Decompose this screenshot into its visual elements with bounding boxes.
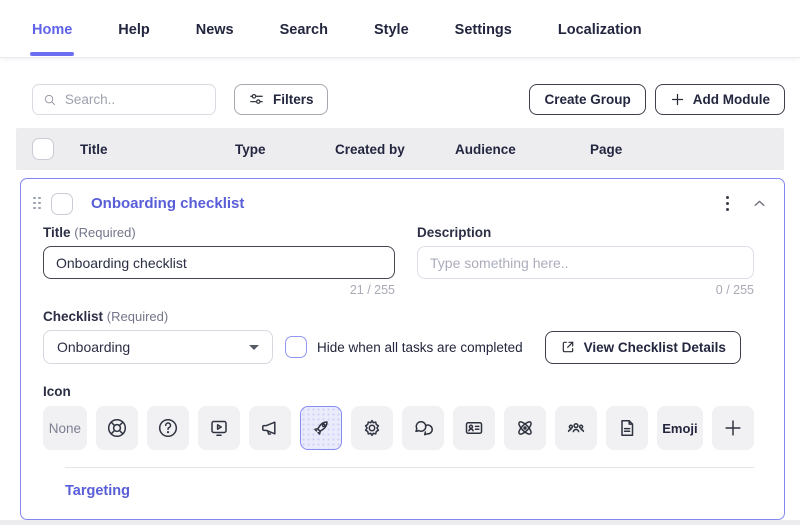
- nav-tab-localization[interactable]: Localization: [558, 0, 642, 58]
- lifebuoy-icon: [107, 418, 126, 438]
- external-link-icon: [562, 341, 573, 353]
- icon-option-gear[interactable]: [350, 406, 393, 450]
- nav-tab-style[interactable]: Style: [374, 0, 409, 58]
- app-root: Home Help News Search Style Settings Loc…: [0, 0, 800, 525]
- nav-tab-news[interactable]: News: [196, 0, 234, 58]
- description-field: Description 0 / 255: [417, 225, 754, 297]
- view-checklist-details-label: View Checklist Details: [583, 339, 726, 355]
- column-header-page: Page: [590, 141, 623, 157]
- icon-option-none[interactable]: None: [43, 406, 87, 450]
- kebab-menu-icon[interactable]: [724, 194, 731, 214]
- gear-icon: [364, 419, 379, 437]
- atom-icon: [518, 421, 532, 435]
- filters-label: Filters: [273, 92, 314, 107]
- collapse-chevron-icon[interactable]: [751, 195, 768, 212]
- column-header-title: Title: [80, 141, 108, 157]
- video-player-icon: [211, 420, 227, 437]
- icon-option-lifebuoy[interactable]: [95, 406, 138, 450]
- module-title: Onboarding checklist: [91, 195, 245, 212]
- icon-option-megaphone[interactable]: [248, 406, 291, 450]
- icon-option-rocket-selected[interactable]: [299, 406, 342, 450]
- create-group-label: Create Group: [544, 92, 631, 107]
- question-circle-icon: [158, 418, 177, 438]
- icon-option-video[interactable]: [197, 406, 240, 450]
- column-header-audience: Audience: [455, 141, 516, 157]
- title-input[interactable]: [43, 246, 395, 279]
- plus-icon: [725, 420, 741, 436]
- document-icon: [621, 420, 634, 436]
- module-card: Onboarding checklist Title (Required) 21…: [20, 178, 785, 520]
- title-field: Title (Required) 21 / 255: [43, 225, 395, 297]
- table-header: Title Type Created by Audience Page: [16, 128, 784, 170]
- nav-tab-home[interactable]: Home: [29, 0, 75, 58]
- icon-options-row: None Emoji: [43, 406, 754, 450]
- description-char-counter: 0 / 255: [715, 283, 754, 297]
- add-custom-icon-button[interactable]: [712, 406, 754, 450]
- title-field-label: Title (Required): [43, 225, 136, 240]
- icon-option-atom[interactable]: [503, 406, 546, 450]
- add-module-button[interactable]: Add Module: [654, 84, 785, 115]
- icon-option-question[interactable]: [146, 406, 189, 450]
- checklist-field: Checklist (Required) Onboarding Hide whe…: [43, 309, 754, 364]
- description-input[interactable]: [417, 246, 754, 279]
- id-card-icon: [465, 422, 483, 434]
- select-caret-icon: [249, 344, 259, 350]
- create-group-button[interactable]: Create Group: [529, 84, 646, 115]
- checklist-select[interactable]: Onboarding: [43, 330, 273, 364]
- column-header-created-by: Created by: [335, 141, 405, 157]
- icon-option-team[interactable]: [554, 406, 597, 450]
- filters-sliders-icon: [250, 93, 263, 104]
- checklist-field-label: Checklist (Required): [43, 309, 169, 324]
- filters-button[interactable]: Filters: [234, 84, 328, 115]
- drag-handle-icon[interactable]: [33, 196, 42, 211]
- title-char-counter: 21 / 255: [349, 283, 395, 297]
- nav-tab-search[interactable]: Search: [280, 0, 328, 58]
- search-box: [32, 84, 216, 115]
- megaphone-icon: [261, 421, 276, 435]
- icon-option-id-card[interactable]: [452, 406, 495, 450]
- page-bottom-strip: [0, 520, 800, 525]
- toolbar: Filters Create Group Add Module: [32, 84, 785, 115]
- icon-field: Icon None Emoji: [43, 384, 754, 450]
- icon-field-label: Icon: [43, 384, 71, 399]
- description-field-label: Description: [417, 225, 492, 240]
- icon-option-chat[interactable]: [401, 406, 444, 450]
- nav-tab-settings[interactable]: Settings: [455, 0, 512, 58]
- select-all-checkbox[interactable]: [32, 138, 54, 160]
- toolbar-right: Create Group Add Module: [529, 84, 785, 115]
- hide-when-completed-label: Hide when all tasks are completed: [317, 339, 523, 355]
- top-nav: Home Help News Search Style Settings Loc…: [0, 0, 800, 58]
- plus-icon: [671, 93, 683, 106]
- icon-option-document[interactable]: [605, 406, 648, 450]
- module-row-checkbox[interactable]: [51, 192, 73, 215]
- module-form: Title (Required) 21 / 255 Description 0 …: [21, 223, 784, 499]
- column-header-type: Type: [235, 141, 266, 157]
- checklist-selected-option: Onboarding: [57, 339, 131, 355]
- chat-bubbles-icon: [415, 421, 433, 436]
- icon-option-emoji[interactable]: Emoji: [656, 406, 703, 450]
- team-icon: [567, 422, 584, 433]
- module-card-header: Onboarding checklist: [21, 179, 784, 223]
- view-checklist-details-button[interactable]: View Checklist Details: [544, 330, 741, 364]
- section-divider: [65, 467, 754, 468]
- rocket-icon: [314, 421, 328, 435]
- module-header-actions: [724, 194, 768, 214]
- search-icon: [44, 94, 55, 105]
- add-module-label: Add Module: [692, 92, 770, 107]
- search-input[interactable]: [64, 92, 205, 107]
- targeting-link[interactable]: Targeting: [65, 483, 754, 499]
- nav-tab-help[interactable]: Help: [118, 0, 149, 58]
- hide-when-completed-checkbox[interactable]: [285, 336, 307, 358]
